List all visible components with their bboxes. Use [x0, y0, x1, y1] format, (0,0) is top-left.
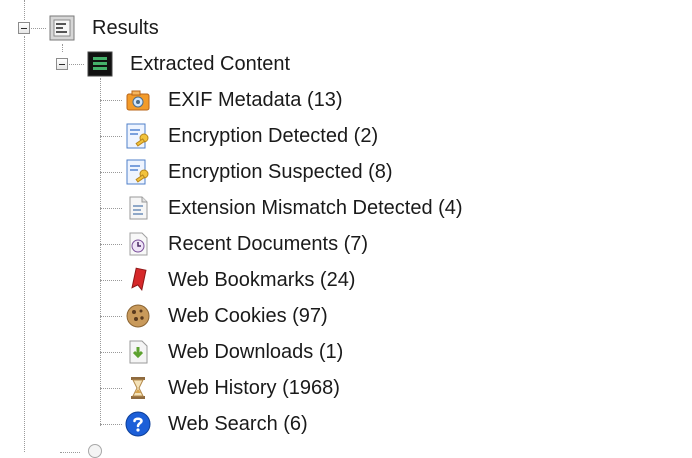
- extracted-collapse-toggle[interactable]: [56, 58, 68, 70]
- tree-connector-item: [100, 388, 122, 389]
- tree-connector-item: [100, 424, 122, 425]
- tree-connector-item: [100, 244, 122, 245]
- list-item[interactable]: Web Downloads (1): [0, 338, 692, 374]
- partial-node-icon: [88, 444, 102, 458]
- tree-item-label[interactable]: Web Cookies (97): [168, 302, 328, 330]
- list-item[interactable]: Web Bookmarks (24): [0, 266, 692, 302]
- help-search-icon: [124, 410, 152, 438]
- bookmark-icon: [124, 266, 152, 294]
- tree-connector-item: [100, 172, 122, 173]
- list-item[interactable]: Encryption Suspected (8): [0, 158, 692, 194]
- download-icon: [124, 338, 152, 366]
- results-collapse-toggle[interactable]: [18, 22, 30, 34]
- tree-connector-item: [100, 352, 122, 353]
- tree-connector-item: [100, 136, 122, 137]
- results-icon: [48, 14, 76, 42]
- tree-item-label[interactable]: Web History (1968): [168, 374, 340, 402]
- tree-item-label[interactable]: Recent Documents (7): [168, 230, 368, 258]
- list-item[interactable]: EXIF Metadata (13): [0, 86, 692, 122]
- camera-icon: [124, 86, 152, 114]
- list-item[interactable]: Web Cookies (97): [0, 302, 692, 338]
- tree-item-label[interactable]: Web Search (6): [168, 410, 308, 438]
- tree-connector-item: [100, 316, 122, 317]
- tree-item-label[interactable]: Encryption Suspected (8): [168, 158, 393, 186]
- results-tree: Results Extracted Content EXIF Metadata …: [0, 0, 692, 458]
- list-item[interactable]: Recent Documents (7): [0, 230, 692, 266]
- tree-item-label[interactable]: Encryption Detected (2): [168, 122, 378, 150]
- key-document-icon: [124, 122, 152, 150]
- list-item[interactable]: Web History (1968): [0, 374, 692, 410]
- clock-document-icon: [124, 230, 152, 258]
- cookie-icon: [124, 302, 152, 330]
- extracted-content-label[interactable]: Extracted Content: [130, 50, 290, 78]
- hourglass-icon: [124, 374, 152, 402]
- tree-connector-item: [100, 100, 122, 101]
- tree-item-label[interactable]: Extension Mismatch Detected (4): [168, 194, 463, 222]
- tree-connector-top: [24, 0, 25, 20]
- document-mismatch-icon: [124, 194, 152, 222]
- tree-connector-item: [100, 280, 122, 281]
- tree-item-label[interactable]: EXIF Metadata (13): [168, 86, 343, 114]
- tree-item-label[interactable]: Web Bookmarks (24): [168, 266, 355, 294]
- key-document-icon: [124, 158, 152, 186]
- results-label[interactable]: Results: [92, 14, 159, 42]
- tree-connector-bottom: [60, 452, 80, 453]
- list-item[interactable]: Encryption Detected (2): [0, 122, 692, 158]
- tree-connector-extracted-vertical: [62, 44, 63, 52]
- tree-item-label[interactable]: Web Downloads (1): [168, 338, 343, 366]
- list-item[interactable]: Web Search (6): [0, 410, 692, 446]
- tree-connector-item: [100, 208, 122, 209]
- list-item[interactable]: Extension Mismatch Detected (4): [0, 194, 692, 230]
- extracted-content-icon: [86, 50, 114, 78]
